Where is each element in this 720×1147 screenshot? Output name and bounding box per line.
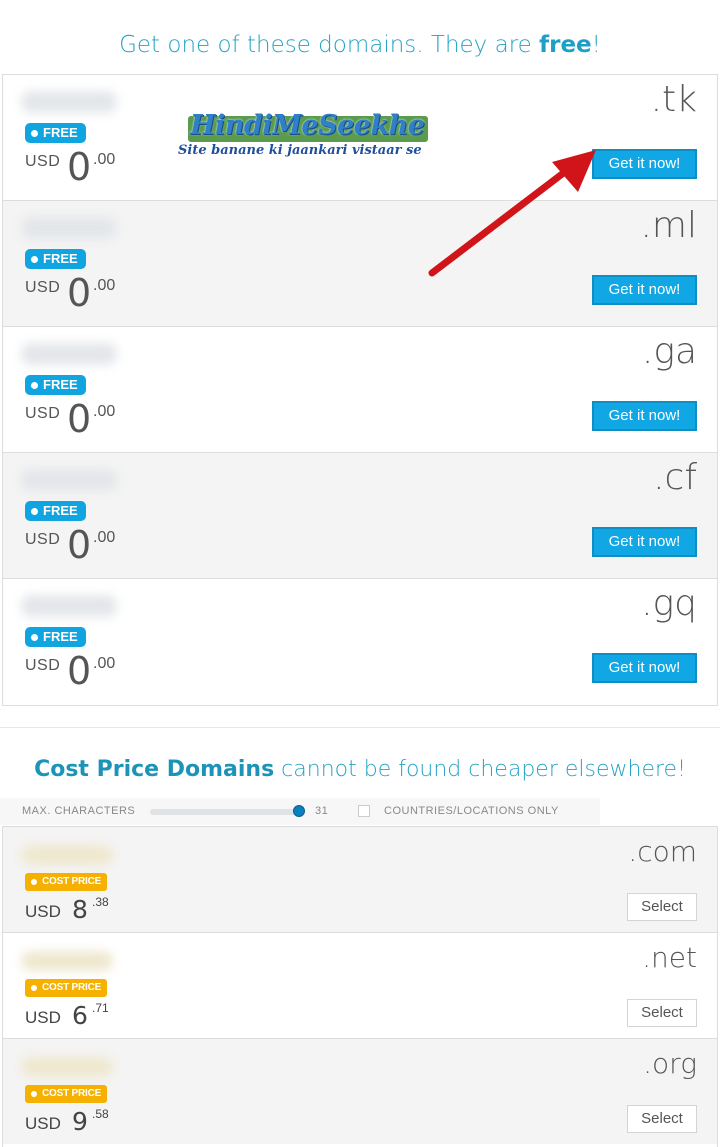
select-button-org[interactable]: Select <box>627 1105 697 1133</box>
free-heading-prefix: Get one of these domains. They are <box>119 32 540 58</box>
max-characters-value: 31 <box>315 805 329 817</box>
tld-label: .com <box>628 835 697 868</box>
badge-dot-icon <box>31 985 37 991</box>
tld-label: .gq <box>641 583 697 624</box>
cost-price-badge: COST PRICE <box>25 873 108 891</box>
domain-row-cf: FREE USD 0.00 .cf Get it now! <box>3 453 717 579</box>
price-integer: 0 <box>67 145 92 189</box>
price-decimal: .00 <box>93 151 116 168</box>
price-integer: 9 <box>72 1107 88 1136</box>
free-badge-label: FREE <box>43 251 78 266</box>
price-currency: USD <box>25 405 61 422</box>
badge-dot-icon <box>31 381 38 389</box>
price-decimal: .71 <box>92 1001 109 1015</box>
price-currency: USD <box>25 657 61 674</box>
watermark-subtitle: Site banane ki jaankari vistaar se <box>178 143 422 158</box>
max-characters-slider[interactable] <box>150 809 300 815</box>
cost-heading-rest: cannot be found cheaper elsewhere! <box>274 757 686 782</box>
blurred-domain-name <box>21 91 117 113</box>
red-arrow-icon <box>428 150 596 277</box>
price-currency: USD <box>25 153 61 170</box>
free-badge-label: FREE <box>43 377 78 392</box>
price-currency: USD <box>25 1114 61 1133</box>
tld-label: .tk <box>650 79 697 120</box>
price-decimal: .58 <box>92 1107 109 1121</box>
free-badge-label: FREE <box>43 125 78 140</box>
tld-label: .org <box>643 1047 697 1080</box>
select-button-com[interactable]: Select <box>627 893 697 921</box>
countries-only-label[interactable]: COUNTRIES/LOCATIONS ONLY <box>384 805 559 817</box>
price-currency: USD <box>25 531 61 548</box>
badge-dot-icon <box>31 1091 37 1097</box>
badge-dot-icon <box>31 507 38 515</box>
free-heading-bold: free <box>539 32 592 58</box>
cost-heading-bold: Cost Price Domains <box>34 757 275 782</box>
free-badge: FREE <box>25 249 86 269</box>
domain-row-gq: FREE USD 0.00 .gq Get it now! <box>3 579 717 705</box>
badge-dot-icon <box>31 879 37 885</box>
blurred-domain-name <box>21 469 117 491</box>
blurred-domain-name <box>21 343 117 365</box>
price-currency: USD <box>25 902 61 921</box>
blurred-domain-name <box>21 845 113 865</box>
tld-label: .ga <box>641 331 697 372</box>
price-decimal: .00 <box>93 655 116 672</box>
free-badge-label: FREE <box>43 629 78 644</box>
cost-badge-label: COST PRICE <box>42 1088 102 1099</box>
cost-badge-label: COST PRICE <box>42 876 102 887</box>
price-integer: 0 <box>67 397 92 441</box>
free-domains-heading: Get one of these domains. They are free! <box>0 32 720 58</box>
price-integer: 0 <box>67 649 92 693</box>
blurred-domain-name <box>21 595 117 617</box>
cost-price-badge: COST PRICE <box>25 1085 108 1103</box>
free-badge: FREE <box>25 123 86 143</box>
cost-price-badge: COST PRICE <box>25 979 108 997</box>
domain-row-com: COST PRICE USD 8 .38 .com Select <box>3 826 717 932</box>
get-it-now-button-cf[interactable]: Get it now! <box>592 527 697 557</box>
slider-handle[interactable] <box>293 805 305 817</box>
domain-row-ga: FREE USD 0.00 .ga Get it now! <box>3 327 717 453</box>
price-decimal: .00 <box>93 277 116 294</box>
domain-row-org: COST PRICE USD 9 .58 .org Select <box>3 1038 717 1144</box>
blurred-domain-name <box>21 217 117 239</box>
get-it-now-button-gq[interactable]: Get it now! <box>592 653 697 683</box>
price-decimal: .00 <box>93 403 116 420</box>
price-currency: USD <box>25 279 61 296</box>
get-it-now-button-ga[interactable]: Get it now! <box>592 401 697 431</box>
watermark-title: HindiMeSeekhe <box>190 110 425 141</box>
badge-dot-icon <box>31 129 38 137</box>
price-integer: 6 <box>72 1001 88 1030</box>
free-badge-label: FREE <box>43 503 78 518</box>
price-integer: 0 <box>67 523 92 567</box>
cost-domain-list: COST PRICE USD 8 .38 .com Select COST PRIC… <box>2 826 718 1147</box>
badge-dot-icon <box>31 255 38 263</box>
filter-bar: MAX. CHARACTERS 31 COUNTRIES/LOCATIONS O… <box>0 798 600 825</box>
price-integer: 0 <box>67 271 92 315</box>
blurred-domain-name <box>21 1057 113 1077</box>
max-characters-label: MAX. CHARACTERS <box>22 805 136 817</box>
select-button-net[interactable]: Select <box>627 999 697 1027</box>
free-badge: FREE <box>25 627 86 647</box>
badge-dot-icon <box>31 633 38 641</box>
section-divider <box>0 727 720 728</box>
blurred-domain-name <box>21 951 113 971</box>
free-badge: FREE <box>25 501 86 521</box>
domain-row-net: COST PRICE USD 6 .71 .net Select <box>3 932 717 1038</box>
tld-label: .cf <box>653 457 697 498</box>
free-badge: FREE <box>25 375 86 395</box>
tld-label: .ml <box>640 205 697 246</box>
price-currency: USD <box>25 1008 61 1027</box>
free-heading-suffix: ! <box>591 32 601 58</box>
countries-only-checkbox[interactable] <box>358 805 370 817</box>
price-decimal: .38 <box>92 895 109 909</box>
cost-domains-heading: Cost Price Domains cannot be found cheap… <box>0 757 720 782</box>
cost-badge-label: COST PRICE <box>42 982 102 993</box>
price-integer: 8 <box>72 895 88 924</box>
tld-label: .net <box>642 941 697 974</box>
watermark-logo: HindiMeSeekhe Site banane ki jaankari vi… <box>178 110 448 166</box>
price-decimal: .00 <box>93 529 116 546</box>
